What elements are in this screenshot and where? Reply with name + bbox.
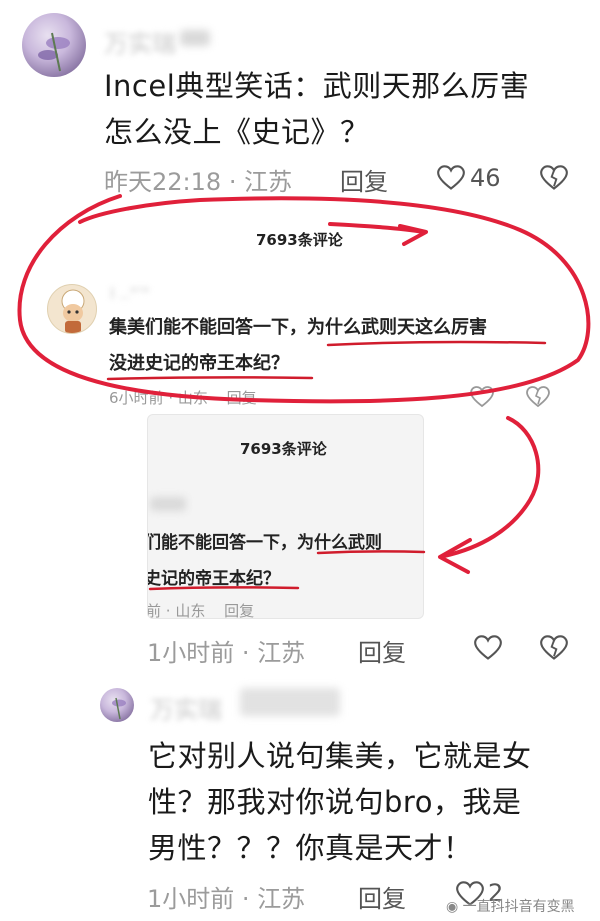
screenshot-reply: 回复	[226, 389, 257, 407]
screenshot-time: 前	[147, 602, 162, 619]
screenshot-text-highlight: 为什么武则天这么厉害	[307, 317, 487, 338]
author-name-redaction	[240, 688, 340, 716]
reply-button[interactable]: 回复	[358, 633, 406, 668]
reply-button[interactable]: 回复	[358, 879, 406, 914]
screenshot-location: 山东	[175, 602, 206, 619]
comment-text-line: Incel典型笑话：武则天那么厉害	[104, 69, 530, 103]
annotation-arrow-head	[398, 224, 428, 246]
flower-avatar-icon	[38, 32, 70, 72]
heart-icon[interactable]	[437, 165, 465, 191]
screenshot-comment-count: 7693条评论	[256, 231, 343, 249]
comment-location: 江苏	[244, 168, 293, 196]
separator-dot: ·	[241, 885, 258, 913]
comment-meta: 昨天22:18 · 江苏	[104, 162, 292, 197]
heart-icon[interactable]	[474, 635, 502, 661]
avatar[interactable]	[100, 688, 134, 722]
comment-location: 江苏	[257, 639, 306, 667]
author-name[interactable]: 万实瑞	[150, 690, 222, 725]
comment-location: 江苏	[257, 885, 306, 913]
separator-dot: ·	[168, 389, 178, 407]
screenshot-meta: 前 · 山东 回复	[147, 600, 255, 619]
screenshot-username: l .."ʼ"	[110, 284, 150, 303]
screenshot-dislike-icon	[526, 386, 550, 408]
screenshot-location: 山东	[177, 389, 208, 407]
comment-time: 1小时前	[147, 639, 235, 667]
watermark: ◉ 一直抖抖音有变黑	[446, 896, 575, 916]
annotation-curve-arrow	[442, 416, 541, 558]
annotation-curve-arrow-head	[438, 538, 472, 574]
screenshot-text-line: 没进史记的帝王本纪？	[109, 353, 289, 374]
author-name-redaction	[180, 30, 210, 46]
like-count: 46	[470, 164, 501, 192]
flower-avatar-icon	[112, 697, 126, 720]
separator-dot: ·	[165, 602, 176, 619]
comment-time: 1小时前	[147, 885, 235, 913]
comment-meta: 1小时前 · 江苏	[147, 633, 305, 668]
avatar[interactable]	[22, 13, 86, 77]
screenshot-meta: 6小时前 · 山东 回复	[109, 387, 257, 408]
screenshot-heart-icon	[470, 386, 494, 408]
watermark-text: 一直抖抖音有变黑	[462, 899, 575, 915]
comment-time: 昨天22:18	[104, 168, 222, 196]
annotation-arrow-line	[328, 222, 426, 234]
screenshot-text-part: 集美们能不能回答一下，	[109, 317, 307, 338]
avatar	[47, 284, 97, 334]
screenshot-text-line: 史记的帝王本纪？	[147, 569, 280, 589]
screenshot-time: 6小时前	[109, 389, 164, 407]
weibo-icon: ◉	[446, 899, 459, 915]
screenshot-text-line: 们能不能回答一下，为什么武则	[147, 528, 382, 558]
dislike-icon[interactable]	[540, 165, 568, 191]
comment-text-line: 性？那我对你说句bro，我是	[148, 785, 522, 819]
dislike-icon[interactable]	[540, 635, 568, 661]
screenshot-text-highlight: 为什么武则	[297, 533, 382, 553]
screenshot-reply: 回复	[224, 602, 255, 619]
screenshot-text-part: 们能不能回答一下，	[147, 533, 297, 553]
screenshot-text-line: 集美们能不能回答一下，为什么武则天这么厉害	[109, 313, 487, 343]
reply-button[interactable]: 回复	[340, 162, 388, 197]
author-name[interactable]: 万实瑞	[104, 24, 176, 59]
comment-text-line: 它对别人说句集美，它就是女	[148, 739, 532, 773]
separator-dot: ·	[241, 639, 258, 667]
screenshot-comment-count: 7693条评论	[240, 440, 327, 458]
annotation-ellipse	[17, 194, 591, 404]
separator-dot: ·	[228, 168, 245, 196]
username-redaction	[150, 497, 186, 511]
comment-meta: 1小时前 · 江苏	[147, 879, 305, 914]
comment-text-line: 男性？？？你真是天才！	[148, 831, 473, 865]
sheep-avatar-icon	[61, 289, 85, 333]
comment-text-line: 怎么没上《史记》？	[104, 115, 370, 149]
screenshot-crop: 7693条评论 们能不能回答一下，为什么武则 史记的帝王本纪？ 前 · 山东 回…	[147, 414, 424, 619]
